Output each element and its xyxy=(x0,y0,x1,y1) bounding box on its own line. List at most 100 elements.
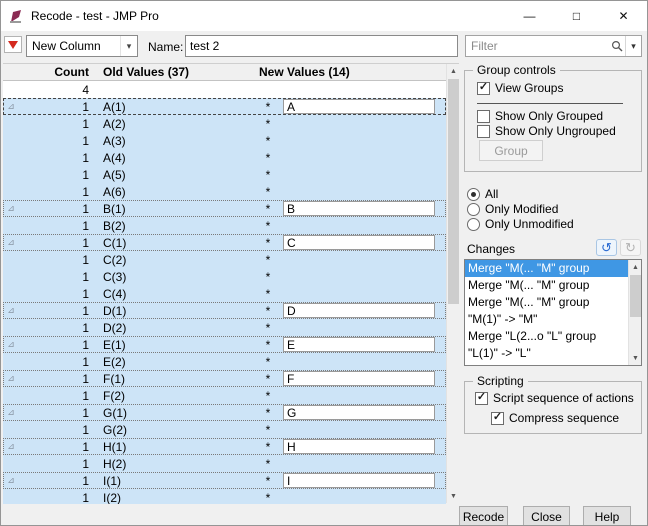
old-value-cell: H(1) xyxy=(103,439,127,454)
table-row[interactable]: 1 A(3) * xyxy=(3,132,446,149)
new-value-input[interactable] xyxy=(283,303,435,318)
table-row[interactable]: 1 H(2) * xyxy=(3,455,446,472)
table-row[interactable]: 1 D(2) * xyxy=(3,319,446,336)
group-controls-box: Group controls ✓ View Groups Show Only G… xyxy=(464,63,642,172)
table-row[interactable]: ⊿ 1 H(1) * xyxy=(3,438,446,455)
group-controls-legend: Group controls xyxy=(473,63,560,77)
old-value-cell: A(4) xyxy=(103,150,126,165)
maximize-button[interactable]: □ xyxy=(553,1,600,31)
only-unmodified-radio[interactable]: Only Unmodified xyxy=(467,217,574,231)
table-row[interactable]: 1 I(2) * xyxy=(3,489,446,504)
changes-scrollbar[interactable]: ▲ ▼ xyxy=(628,260,641,365)
minimize-button[interactable]: — xyxy=(506,1,553,31)
count-cell: 1 xyxy=(82,354,89,369)
new-value-cell xyxy=(281,99,446,114)
star-cell: * xyxy=(265,99,271,114)
table-row[interactable]: 1 B(2) * xyxy=(3,217,446,234)
redo-button[interactable]: ↻ xyxy=(620,239,641,256)
table-row[interactable]: ⊿ 1 F(1) * xyxy=(3,370,446,387)
table-row[interactable]: ⊿ 1 G(1) * xyxy=(3,404,446,421)
table-row[interactable]: 1 C(4) * xyxy=(3,285,446,302)
old-value-cell: F(1) xyxy=(103,371,125,386)
scroll-up-icon[interactable]: ▲ xyxy=(447,64,460,78)
compress-sequence-checkbox[interactable]: ✓ Compress sequence xyxy=(491,411,619,425)
count-cell: 1 xyxy=(82,439,89,454)
table-row[interactable]: ⊿ 1 A(1) * xyxy=(3,98,446,115)
group-marker-icon: ⊿ xyxy=(7,407,15,417)
group-marker-icon: ⊿ xyxy=(7,203,15,213)
new-value-input[interactable] xyxy=(283,99,435,114)
filter-dropdown-button[interactable]: ▾ xyxy=(625,36,641,56)
changes-list-item[interactable]: Merge "M(... "M" group xyxy=(465,294,641,311)
new-value-input[interactable] xyxy=(283,201,435,216)
name-input[interactable] xyxy=(185,35,458,57)
count-cell: 1 xyxy=(82,473,89,488)
toolbar: New Column ▾ Name: ▾ xyxy=(1,31,647,63)
scrollbar-thumb[interactable] xyxy=(448,79,459,304)
table-row[interactable]: 1 C(3) * xyxy=(3,268,446,285)
table-row[interactable]: 1 A(2) * xyxy=(3,115,446,132)
table-row[interactable]: 1 F(2) * xyxy=(3,387,446,404)
count-cell: 1 xyxy=(82,150,89,165)
table-row[interactable]: ⊿ 1 I(1) * xyxy=(3,472,446,489)
table-row[interactable]: ⊿ 1 C(1) * xyxy=(3,234,446,251)
table-row[interactable]: 1 E(2) * xyxy=(3,353,446,370)
table-row[interactable]: 1 G(2) * xyxy=(3,421,446,438)
table-row[interactable]: 1 A(4) * xyxy=(3,149,446,166)
scrollbar-thumb[interactable] xyxy=(630,275,641,317)
new-value-input[interactable] xyxy=(283,235,435,250)
changes-list-item[interactable]: "M(1)" -> "M" xyxy=(465,311,641,328)
red-triangle-menu-button[interactable] xyxy=(4,36,22,53)
table-header: Count Old Values (37) New Values (14) xyxy=(3,64,446,81)
changes-list-item[interactable]: Merge "M(... "M" group xyxy=(465,260,641,277)
star-cell: * xyxy=(265,218,271,233)
new-value-input[interactable] xyxy=(283,473,435,488)
show-only-grouped-checkbox[interactable]: Show Only Grouped xyxy=(477,109,603,123)
only-modified-radio[interactable]: Only Modified xyxy=(467,202,558,216)
close-button[interactable]: Close xyxy=(523,506,570,525)
scroll-down-icon[interactable]: ▼ xyxy=(629,351,641,365)
checkbox-icon: ✓ xyxy=(477,81,490,95)
scroll-up-icon[interactable]: ▲ xyxy=(629,260,641,274)
recode-button[interactable]: Recode xyxy=(459,506,508,525)
view-groups-checkbox[interactable]: ✓ View Groups xyxy=(477,81,563,95)
table-row[interactable]: 1 A(6) * xyxy=(3,183,446,200)
filter-input[interactable] xyxy=(466,39,609,53)
table-row[interactable]: ⊿ 1 E(1) * xyxy=(3,336,446,353)
script-sequence-checkbox[interactable]: ✓ Script sequence of actions xyxy=(475,391,634,405)
scroll-down-icon[interactable]: ▼ xyxy=(447,489,460,503)
new-value-input[interactable] xyxy=(283,405,435,420)
column-type-dropdown[interactable]: New Column ▾ xyxy=(26,35,138,57)
table-row[interactable]: ⊿ 1 B(1) * xyxy=(3,200,446,217)
changes-list-item[interactable]: Merge "M(... "M" group xyxy=(465,277,641,294)
table-scrollbar[interactable]: ▲ ▼ xyxy=(446,64,459,503)
column-type-value: New Column xyxy=(32,39,101,53)
table-row[interactable]: 4 xyxy=(3,81,446,98)
table-row[interactable]: 1 C(2) * xyxy=(3,251,446,268)
close-window-button[interactable]: ✕ xyxy=(600,1,647,31)
old-value-cell: G(2) xyxy=(103,422,127,437)
group-marker-icon: ⊿ xyxy=(7,101,15,111)
star-cell: * xyxy=(265,388,271,403)
all-radio[interactable]: All xyxy=(467,187,498,201)
group-marker-icon: ⊿ xyxy=(7,339,15,349)
help-button[interactable]: Help xyxy=(583,506,631,525)
group-marker-icon: ⊿ xyxy=(7,475,15,485)
undo-button[interactable]: ↺ xyxy=(596,239,617,256)
new-value-input[interactable] xyxy=(283,439,435,454)
radio-icon xyxy=(467,217,480,231)
new-value-cell xyxy=(281,337,446,352)
star-cell: * xyxy=(265,405,271,420)
group-button[interactable]: Group xyxy=(479,140,543,161)
star-cell: * xyxy=(265,354,271,369)
checkbox-label: View Groups xyxy=(495,81,564,95)
new-value-input[interactable] xyxy=(283,337,435,352)
table-row[interactable]: ⊿ 1 D(1) * xyxy=(3,302,446,319)
count-cell: 1 xyxy=(82,371,89,386)
show-only-ungrouped-checkbox[interactable]: Show Only Ungrouped xyxy=(477,124,616,138)
changes-list-item[interactable]: Merge "L(2...o "L" group xyxy=(465,328,641,345)
new-value-input[interactable] xyxy=(283,371,435,386)
table-row[interactable]: 1 A(5) * xyxy=(3,166,446,183)
changes-list-item[interactable]: "L(1)" -> "L" xyxy=(465,345,641,362)
undo-icon: ↺ xyxy=(601,240,612,255)
